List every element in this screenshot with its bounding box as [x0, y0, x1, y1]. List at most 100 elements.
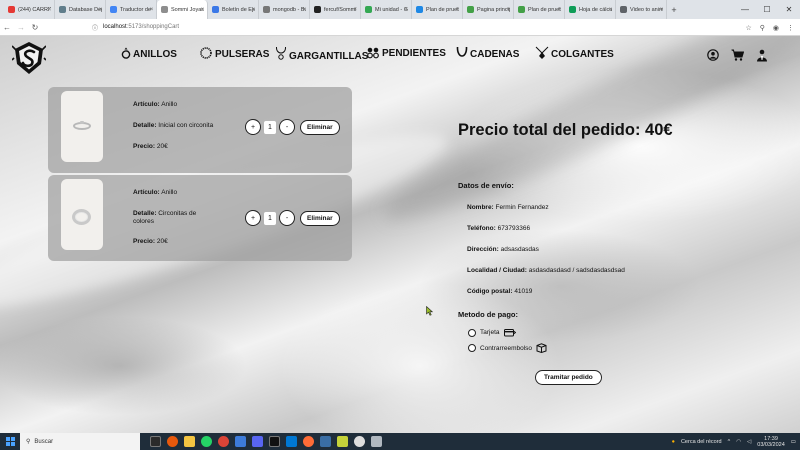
checkout-button[interactable]: Tramitar pedido	[535, 370, 602, 385]
app-icon[interactable]	[320, 436, 331, 447]
tab-close-icon[interactable]: ×	[557, 7, 561, 13]
browser-tab[interactable]: fercuf/Sommi ×	[310, 0, 361, 19]
increase-button[interactable]: +	[245, 119, 261, 135]
chrome-icon[interactable]	[218, 436, 229, 447]
tab-close-icon[interactable]: ×	[608, 7, 612, 13]
bookmark-icon[interactable]: ☆	[745, 24, 751, 32]
wifi-icon[interactable]: ◠	[736, 439, 741, 445]
vscode-icon[interactable]	[286, 436, 297, 447]
windows-icon	[5, 437, 15, 446]
nav-cadenas[interactable]: CADENAS	[456, 46, 519, 60]
postman-icon[interactable]	[303, 436, 314, 447]
browser-tab[interactable]: Pagina principal×	[463, 0, 514, 19]
store-icon[interactable]	[235, 436, 246, 447]
admin-icon[interactable]	[756, 49, 768, 62]
browser-tab[interactable]: Sommi Joyas ×	[157, 0, 208, 19]
clock[interactable]: 17:39 03/03/2024	[757, 436, 785, 448]
weather-icon[interactable]: ●	[672, 439, 675, 445]
site-info-icon[interactable]: ⓘ	[92, 23, 98, 32]
site-header: ANILLOS PULSERAS GARGANTILLAS PENDIENTES…	[0, 36, 800, 82]
tray-status[interactable]: Cerca del récord	[681, 439, 722, 445]
whatsapp-icon[interactable]	[201, 436, 212, 447]
terminal-icon[interactable]	[269, 436, 280, 447]
file-explorer-icon[interactable]	[184, 436, 195, 447]
tab-close-icon[interactable]: ×	[455, 7, 459, 13]
tab-close-icon[interactable]: ×	[404, 7, 408, 13]
earrings-icon	[367, 47, 379, 59]
clock-date: 03/03/2024	[757, 441, 785, 448]
browser-tab[interactable]: Plan de prueba×	[514, 0, 565, 19]
cart-item: Artículo: Anillo Detalle: Circonitas de …	[48, 175, 352, 261]
item-precio: Precio: 20€	[133, 143, 168, 150]
profile-icon[interactable]: ◉	[773, 24, 779, 32]
url-field[interactable]: ⓘ localhost:5173/shoppingCart	[92, 23, 179, 32]
tab-favicon-icon	[263, 6, 270, 13]
increase-button[interactable]: +	[245, 210, 261, 226]
browser-toolbar: ☆ ⚲ ◉ ⋮	[745, 19, 794, 36]
sommi-logo[interactable]	[12, 40, 46, 76]
notes-icon[interactable]	[337, 436, 348, 447]
tab-close-icon[interactable]: ×	[200, 7, 204, 13]
reload-icon[interactable]: ↻	[28, 23, 42, 32]
nav-anillos[interactable]: ANILLOS	[121, 46, 177, 60]
user-icon[interactable]	[707, 49, 719, 61]
radio-card[interactable]	[468, 328, 476, 337]
tab-close-icon[interactable]: ×	[251, 7, 255, 13]
nav-pulseras[interactable]: PULSERAS	[199, 46, 269, 60]
payment-option-card[interactable]: Tarjeta	[468, 328, 516, 337]
browser-tab[interactable]: Hoja de cálculo sin×	[565, 0, 616, 19]
tab-close-icon[interactable]: ×	[506, 7, 510, 13]
obs-icon[interactable]	[354, 436, 365, 447]
cart-icon[interactable]	[731, 49, 744, 61]
tab-close-icon[interactable]: ×	[47, 7, 51, 13]
close-window-icon[interactable]: ✕	[778, 0, 800, 19]
bracelet-icon	[200, 47, 212, 59]
discord-icon[interactable]	[252, 436, 263, 447]
back-icon[interactable]: ←	[0, 23, 14, 32]
remove-button[interactable]: Eliminar	[300, 210, 340, 226]
tab-close-icon[interactable]: ×	[353, 7, 357, 13]
nav-colgantes[interactable]: COLGANTES	[535, 46, 614, 60]
radio-cod[interactable]	[468, 344, 476, 352]
tab-close-icon[interactable]: ×	[659, 7, 663, 13]
decrease-button[interactable]: -	[279, 119, 295, 135]
browser-tab[interactable]: Boletín de Ejer ×	[208, 0, 259, 19]
nav-gargantillas[interactable]: GARGANTILLAS	[275, 46, 368, 62]
start-button[interactable]	[0, 433, 20, 450]
decrease-button[interactable]: -	[279, 210, 295, 226]
forward-icon[interactable]: →	[14, 23, 28, 32]
browser-tab[interactable]: mongodb - Buscar×	[259, 0, 310, 19]
shipping-title: Datos de envío:	[458, 181, 514, 190]
tab-favicon-icon	[59, 6, 66, 13]
tab-favicon-icon	[569, 6, 576, 13]
volume-icon[interactable]: ◁	[747, 439, 751, 445]
new-tab-button[interactable]: +	[667, 5, 681, 15]
browser-tab[interactable]: Plan de prueba×	[412, 0, 463, 19]
tab-favicon-icon	[314, 6, 321, 13]
browser-tab[interactable]: Video to anim ×	[616, 0, 667, 19]
firefox-icon[interactable]	[167, 436, 178, 447]
remove-button[interactable]: Eliminar	[300, 119, 340, 135]
extensions-icon[interactable]: ⚲	[760, 24, 765, 32]
shopping-cart-page: ANILLOS PULSERAS GARGANTILLAS PENDIENTES…	[0, 36, 800, 433]
app2-icon[interactable]	[371, 436, 382, 447]
maximize-icon[interactable]: ☐	[756, 0, 778, 19]
browser-tab[interactable]: Database Depl ×	[55, 0, 106, 19]
tab-close-icon[interactable]: ×	[302, 7, 306, 13]
nav-pendientes-label: PENDIENTES	[382, 48, 446, 59]
browser-tab[interactable]: (244) CARRITO×	[4, 0, 55, 19]
menu-icon[interactable]: ⋮	[787, 24, 794, 32]
minimize-icon[interactable]: —	[734, 0, 756, 19]
browser-tab[interactable]: Mi unidad - Goo×	[361, 0, 412, 19]
payment-option-cod[interactable]: Contrarreembolso	[468, 343, 547, 353]
task-view-icon[interactable]	[150, 436, 161, 447]
tab-close-icon[interactable]: ×	[149, 7, 153, 13]
tab-close-icon[interactable]: ×	[98, 7, 102, 13]
browser-tab[interactable]: Traductor de G×	[106, 0, 157, 19]
taskbar-search[interactable]: ⚲ Buscar	[20, 433, 140, 450]
shipping-phone: Teléfono: 673793366	[467, 225, 531, 232]
nav-pendientes[interactable]: PENDIENTES	[366, 46, 446, 59]
tray-chevron-icon[interactable]: ^	[728, 439, 731, 445]
payment-card-label: Tarjeta	[480, 329, 500, 336]
notifications-icon[interactable]: ▭	[791, 439, 796, 445]
